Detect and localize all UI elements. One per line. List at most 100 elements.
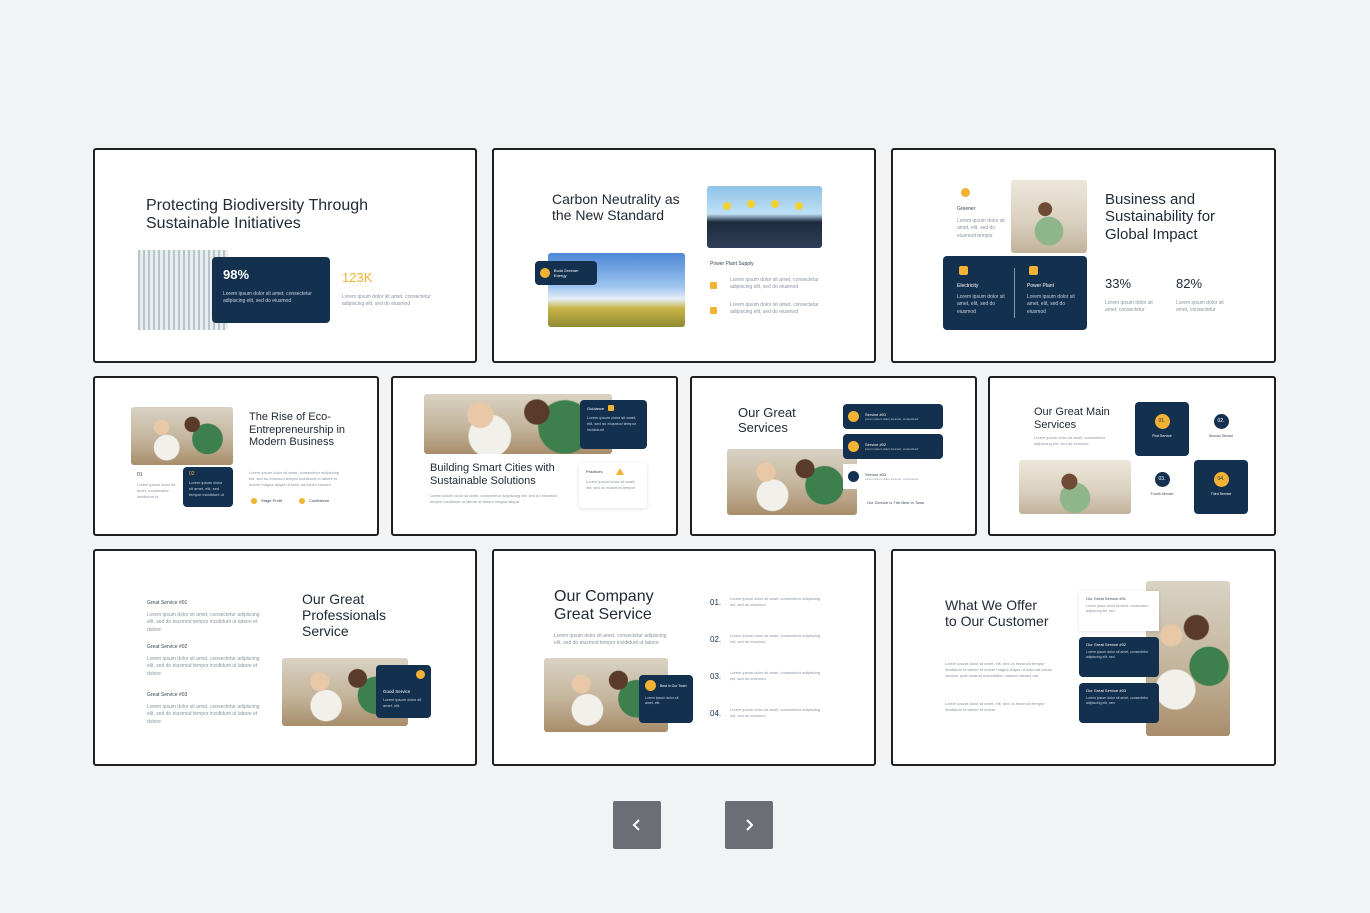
side-label: Practices: [586, 469, 603, 474]
item-text: Lorem ipsum dolor sit amet, consectetur …: [147, 612, 260, 633]
service-tile[interactable]: 03. Fourth Service: [1135, 460, 1189, 514]
slide-thumbnail-smart-cities[interactable]: Guidance Lorem ipsum dolor sit amet, eli…: [391, 376, 678, 536]
body-text: Lorem ipsum dolor sit amet, consectetur …: [249, 470, 340, 487]
tag-label: Stage Profit: [261, 498, 282, 503]
tile-label: Fourth Service: [1150, 492, 1174, 496]
item-text: Lorem ipsum dolor sit amet, consectetur …: [147, 656, 260, 677]
energy-badge: Build Greener Energy: [535, 261, 597, 285]
service-item[interactable]: Our Great Service #03 Lorem ipsum dolor …: [1079, 683, 1159, 723]
chevron-right-icon: [746, 819, 754, 831]
badge-label: Build Greener Energy: [553, 268, 579, 278]
service-tile[interactable]: 02. Second Service: [1194, 402, 1248, 456]
item-text: Lorem ipsum dolor sit amet, consectetur …: [1086, 604, 1149, 614]
slide-thumbnail-professionals-service[interactable]: Great Service #01 Lorem ipsum dolor sit …: [93, 549, 477, 766]
slide-thumbnail-company-service[interactable]: Our Company Great Service Lorem ipsum do…: [492, 549, 876, 766]
service-row[interactable]: Service #01 Lorem ipsum dolor sit amet, c…: [843, 404, 943, 429]
feature-text: Lorem ipsum dolor sit amet, elit, sed do…: [1027, 294, 1075, 315]
item-label: Great Service #02: [147, 644, 188, 650]
row-text: Lorem ipsum dolor sit amet, consectetur …: [730, 302, 819, 316]
slide-thumbnail-eco-entrepreneurship[interactable]: The Rise of Eco- Entrepreneurship in Mod…: [93, 376, 379, 536]
step-text: Lorem ipsum dolor sit amet, consectetur …: [137, 482, 176, 499]
service-tile[interactable]: 01. First Service: [1135, 402, 1189, 456]
box-text: Lorem ipsum dolor sit amet, elit, sed do…: [587, 415, 637, 432]
slide-thumbnail-main-services[interactable]: Our Great Main Services Lorem ipsum dolo…: [988, 376, 1276, 536]
tag-label: Confidence: [309, 498, 330, 503]
feature-box: Electricity Lorem ipsum dolor sit amet, …: [943, 256, 1087, 330]
list-text: Lorem ipsum dolor sit amet, consectetur …: [730, 596, 821, 607]
item-label: Great Service #03: [147, 692, 188, 698]
divider: [1014, 268, 1015, 318]
next-button[interactable]: [725, 801, 773, 849]
guidance-box: Guidance Lorem ipsum dolor sit amet, eli…: [580, 400, 647, 449]
bulb-icon: [959, 266, 968, 275]
slide-thumbnail-business-sustainability[interactable]: Greener Lorem ipsum dolor sit amet, elit…: [891, 148, 1276, 363]
item-text: Lorem ipsum dolor sit amet, consectetur …: [1086, 650, 1149, 660]
flower-icon: [961, 188, 970, 197]
list-text: Lorem ipsum dolor sit amet, consectetur …: [730, 707, 821, 718]
number-badge: 04.: [1213, 472, 1229, 487]
chevron-left-icon: [632, 819, 640, 831]
feature-label: Power Plant: [1027, 283, 1054, 289]
box-label: Good Service: [383, 689, 411, 694]
item-label: Our Great Service #02: [1086, 642, 1127, 647]
slide-thumbnail-great-services[interactable]: Our Great Services Service #01 Lorem ipsu…: [690, 376, 977, 536]
intro-text: Lorem ipsum dolor sit amet, consectetur …: [1034, 435, 1106, 446]
slide-title: Our Great Main Services: [1034, 406, 1110, 431]
star-icon: [416, 670, 425, 679]
stat-description: Lorem ipsum dolor sit amet, consectetur …: [342, 294, 431, 308]
service-row[interactable]: Service #03 Lorem ipsum dolor sit amet, c…: [843, 464, 943, 489]
service-item[interactable]: Our Great Service #01 Lorem ipsum dolor …: [1079, 591, 1159, 631]
woman-plant-photo: [1019, 460, 1131, 514]
slide-title: What We Offer to Our Customer: [945, 597, 1049, 630]
greener-label: Greener: [957, 206, 976, 212]
tile-label: Third Service: [1210, 492, 1232, 496]
award-icon: [645, 680, 656, 691]
slide-thumbnail-biodiversity[interactable]: Protecting Biodiversity Through Sustaina…: [93, 148, 477, 363]
list-number: 04.: [710, 709, 722, 718]
stat-description: Lorem ipsum dolor sit amet, consectetur …: [223, 291, 312, 305]
service-row[interactable]: Service #02 Lorem ipsum dolor sit amet, c…: [843, 434, 943, 459]
feature-label: Electricity: [957, 283, 979, 289]
book-icon: [608, 405, 615, 411]
slide-title: Our Company Great Service: [554, 588, 654, 624]
service-icon: [848, 471, 859, 482]
greener-text: Lorem ipsum dolor sit amet, elit, sed do…: [957, 218, 1005, 239]
footer-text: Our Service Is The Best In Town: [867, 500, 925, 505]
stat-value-123k: 123K: [342, 270, 373, 285]
body-text: Lorem ipsum dolor sit amet, consectetur …: [554, 633, 667, 647]
slide-title: Protecting Biodiversity Through Sustaina…: [146, 197, 369, 233]
slide-title: Building Smart Cities with Sustainable S…: [430, 462, 555, 487]
item-label: Great Service #01: [147, 600, 188, 606]
service-box: Good Service Lorem ipsum dolor sit amet,…: [376, 665, 431, 718]
number-badge: 03.: [1154, 472, 1170, 487]
box-text: Lorem ipsum dolor sit amet, elit.: [645, 696, 679, 706]
list-number: 02.: [710, 635, 722, 644]
service-item[interactable]: Our Great Service #02 Lorem ipsum dolor …: [1079, 637, 1159, 677]
step-number: 01: [137, 472, 143, 478]
tile-label: Second Service: [1208, 434, 1234, 438]
list-text: Lorem ipsum dolor sit amet, consectetur …: [730, 633, 821, 644]
number-badge: 02.: [1213, 414, 1229, 429]
body-text: Lorem ipsum dolor sit amet, elit, sed do…: [945, 661, 1052, 678]
leaf-icon: [540, 268, 550, 278]
side-text: Lorem ipsum dolor sit amet, elit, sed do…: [586, 479, 636, 490]
service-icon: [848, 441, 859, 452]
stat-card-98: 98% Lorem ipsum dolor sit amet, consecte…: [212, 257, 330, 323]
slide-title: The Rise of Eco- Entrepreneurship in Mod…: [249, 411, 346, 449]
solar-workers-photo: [707, 186, 822, 248]
box-label: Best in Our Town: [660, 683, 687, 688]
service-icon: [848, 411, 859, 422]
tile-label: First Service: [1152, 434, 1172, 438]
slide-title: Carbon Neutrality as the New Standard: [552, 191, 680, 224]
step-text: Lorem ipsum dolor sit amet, elit, sed te…: [189, 480, 224, 497]
previous-button[interactable]: [613, 801, 661, 849]
slide-thumbnail-carbon-neutrality[interactable]: Carbon Neutrality as the New Standard Bu…: [492, 148, 876, 363]
slide-title: Our Great Services: [738, 405, 796, 435]
kids-globe-photo: [727, 449, 857, 515]
item-text: Lorem ipsum dolor sit amet, consectetur …: [1086, 696, 1149, 706]
stat-value: 82%: [1176, 276, 1203, 291]
service-tile[interactable]: 04. Third Service: [1194, 460, 1248, 514]
row-text: Lorem ipsum dolor sit amet, consectetur …: [730, 277, 819, 291]
slide-thumbnail-what-we-offer[interactable]: What We Offer to Our Customer Lorem ipsu…: [891, 549, 1276, 766]
item-text: Lorem ipsum dolor sit amet, consectetur …: [147, 704, 260, 725]
